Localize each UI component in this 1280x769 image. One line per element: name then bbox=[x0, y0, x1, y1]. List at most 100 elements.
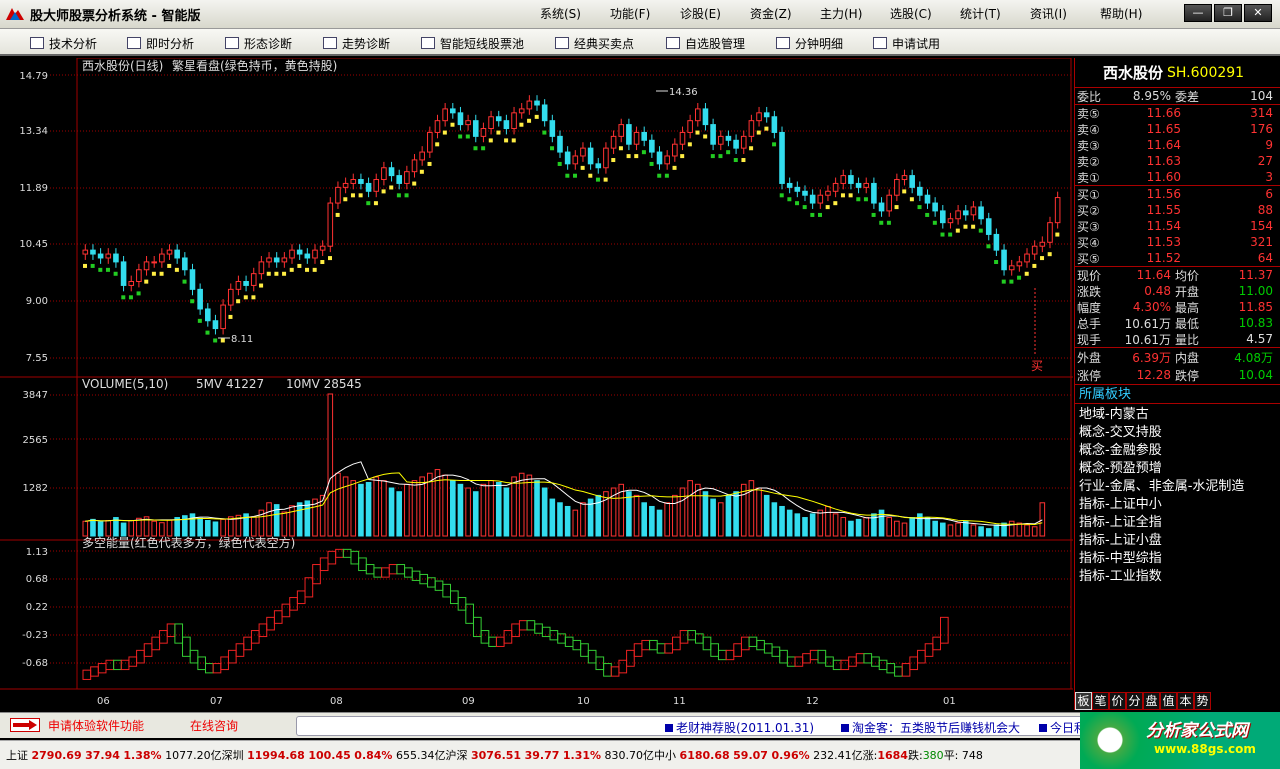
tool-trend-diagnosis[interactable]: 走势诊断 bbox=[323, 34, 390, 52]
star-marker bbox=[504, 138, 509, 143]
star-marker bbox=[879, 220, 884, 225]
down-count: 380 bbox=[922, 749, 944, 762]
asks-row[interactable]: 卖① 11.60 3 bbox=[1075, 169, 1280, 185]
side-tab[interactable]: 势 bbox=[1194, 692, 1211, 710]
sector-item[interactable]: 指标-上证全指 bbox=[1075, 514, 1280, 532]
close-button[interactable]: ✕ bbox=[1244, 4, 1272, 22]
restore-button[interactable]: ❐ bbox=[1214, 4, 1242, 22]
energy-box bbox=[710, 643, 719, 657]
menu-statistics[interactable]: 统计(T) bbox=[960, 5, 1030, 25]
star-marker bbox=[519, 122, 524, 127]
menu-info[interactable]: 资讯(I) bbox=[1030, 5, 1100, 25]
tool-label: 经典买卖点 bbox=[574, 36, 635, 51]
sector-item[interactable]: 行业-金属、非金属-水泥制造 bbox=[1075, 478, 1280, 496]
limitup-label: 涨停 bbox=[1077, 368, 1102, 383]
tool-realtime-analysis[interactable]: 即时分析 bbox=[127, 34, 194, 52]
star-marker bbox=[664, 173, 669, 178]
star-marker bbox=[205, 330, 210, 335]
asks-volume: 9 bbox=[1265, 138, 1273, 152]
menu-stock-pick[interactable]: 选股(C) bbox=[890, 5, 960, 25]
sector-item[interactable]: 概念-金融参股 bbox=[1075, 442, 1280, 460]
ticker-item[interactable]: 淘金客：五类股节后赚钱机会大 bbox=[841, 719, 1020, 736]
energy-box bbox=[128, 656, 138, 667]
stock-chart[interactable]: 西水股份(日线) 繁星看盘(绿色持币，黄色持股) 14.79 13.34 11.… bbox=[0, 58, 1073, 710]
sector-item[interactable]: 指标-工业指数 bbox=[1075, 568, 1280, 586]
star-marker bbox=[442, 130, 447, 135]
energy-box bbox=[641, 639, 651, 651]
bids-row[interactable]: 买⑤ 11.52 64 bbox=[1075, 250, 1280, 266]
trial-link[interactable]: 申请体验软件功能 bbox=[48, 717, 144, 734]
news-ticker[interactable]: 老财神荐股(2011.01.31) 淘金客：五类股节后赚钱机会大 今日利 bbox=[296, 716, 1096, 736]
candlestick-series bbox=[82, 90, 1061, 356]
energy-box bbox=[672, 636, 681, 651]
volume-bar bbox=[1008, 520, 1015, 537]
tool-pattern-diagnosis[interactable]: 形态诊断 bbox=[225, 34, 292, 52]
menu-system[interactable]: 系统(S) bbox=[540, 5, 610, 25]
star-marker bbox=[886, 220, 891, 225]
star-marker bbox=[182, 279, 187, 284]
tool-apply-trial[interactable]: 申请试用 bbox=[873, 34, 940, 52]
star-marker bbox=[741, 158, 746, 163]
sector-item[interactable]: 指标-上证中小 bbox=[1075, 496, 1280, 514]
energy-box bbox=[434, 580, 444, 591]
bids-price: 11.55 bbox=[1146, 203, 1181, 217]
ticker-item[interactable]: 老财神荐股(2011.01.31) bbox=[665, 719, 814, 736]
volume-tick: 3847 bbox=[23, 390, 48, 401]
bids-row[interactable]: 买③ 11.54 154 bbox=[1075, 218, 1280, 234]
chart-grid bbox=[0, 58, 1073, 690]
sector-item[interactable]: 地域-内蒙古 bbox=[1075, 406, 1280, 424]
asks-price: 11.60 bbox=[1146, 170, 1181, 184]
sector-item[interactable]: 概念-预盈预增 bbox=[1075, 460, 1280, 478]
sector-item[interactable]: 指标-上证小盘 bbox=[1075, 532, 1280, 550]
menu-main-force[interactable]: 主力(H) bbox=[820, 5, 890, 25]
chart-area[interactable]: 西水股份(日线) 繁星看盘(绿色持币，黄色持股) 14.79 13.34 11.… bbox=[0, 58, 1073, 710]
tool-trade-points[interactable]: 经典买卖点 bbox=[555, 34, 634, 52]
asks-row[interactable]: 卖④ 11.65 176 bbox=[1075, 121, 1280, 137]
star-marker bbox=[1009, 279, 1014, 284]
candle-body bbox=[733, 139, 739, 149]
bids-row[interactable]: 买② 11.55 88 bbox=[1075, 202, 1280, 218]
menu-fund[interactable]: 资金(Z) bbox=[750, 5, 820, 25]
ticker-item[interactable]: 今日利 bbox=[1039, 719, 1086, 736]
candle-body bbox=[863, 182, 870, 188]
side-tab[interactable]: 值 bbox=[1160, 692, 1177, 710]
candle-body bbox=[511, 112, 517, 130]
star-marker bbox=[243, 295, 248, 300]
bids-row[interactable]: 买④ 11.53 321 bbox=[1075, 234, 1280, 250]
asks-row[interactable]: 卖② 11.63 27 bbox=[1075, 153, 1280, 169]
energy-box bbox=[656, 643, 666, 654]
volume-bar bbox=[212, 521, 219, 537]
menu-diagnose[interactable]: 诊股(E) bbox=[680, 5, 750, 25]
sector-item[interactable]: 指标-中型综指 bbox=[1075, 550, 1280, 568]
energy-box bbox=[809, 649, 819, 661]
limit-row: 涨停 12.28 跌停 10.04 bbox=[1075, 366, 1280, 384]
energy-box bbox=[243, 636, 252, 651]
volume-bar bbox=[649, 505, 655, 537]
volume-bar bbox=[672, 494, 678, 537]
side-tab[interactable]: 本 bbox=[1177, 692, 1194, 710]
tool-smart-pool[interactable]: 智能短线股票池 bbox=[421, 34, 524, 52]
volume-bar bbox=[970, 524, 977, 537]
menu-help[interactable]: 帮助(H) bbox=[1100, 5, 1170, 25]
sector-item[interactable]: 概念-交叉持股 bbox=[1075, 424, 1280, 442]
side-tab[interactable]: 笔 bbox=[1092, 692, 1109, 710]
x-tick: 07 bbox=[210, 696, 223, 707]
candle-body bbox=[756, 112, 762, 122]
sector-title[interactable]: 所属板块 bbox=[1075, 384, 1280, 404]
tool-technical-analysis[interactable]: 技术分析 bbox=[30, 34, 97, 52]
side-tab[interactable]: 价 bbox=[1109, 692, 1126, 710]
asks-row[interactable]: 卖⑤ 11.66 314 bbox=[1075, 105, 1280, 121]
menu-function[interactable]: 功能(F) bbox=[610, 5, 680, 25]
volume-bar bbox=[840, 517, 847, 537]
side-tab[interactable]: 板 bbox=[1075, 692, 1092, 710]
tool-minute-detail[interactable]: 分钟明细 bbox=[776, 34, 843, 52]
candle-body bbox=[534, 100, 540, 106]
bids-row[interactable]: 买① 11.56 6 bbox=[1075, 186, 1280, 202]
online-consult-link[interactable]: 在线咨询 bbox=[190, 717, 238, 734]
side-tab[interactable]: 分 bbox=[1126, 692, 1143, 710]
tool-watchlist[interactable]: 自选股管理 bbox=[666, 34, 745, 52]
side-tab[interactable]: 盘 bbox=[1143, 692, 1160, 710]
star-marker bbox=[802, 205, 807, 210]
minimize-button[interactable]: — bbox=[1184, 4, 1212, 22]
asks-row[interactable]: 卖③ 11.64 9 bbox=[1075, 137, 1280, 153]
